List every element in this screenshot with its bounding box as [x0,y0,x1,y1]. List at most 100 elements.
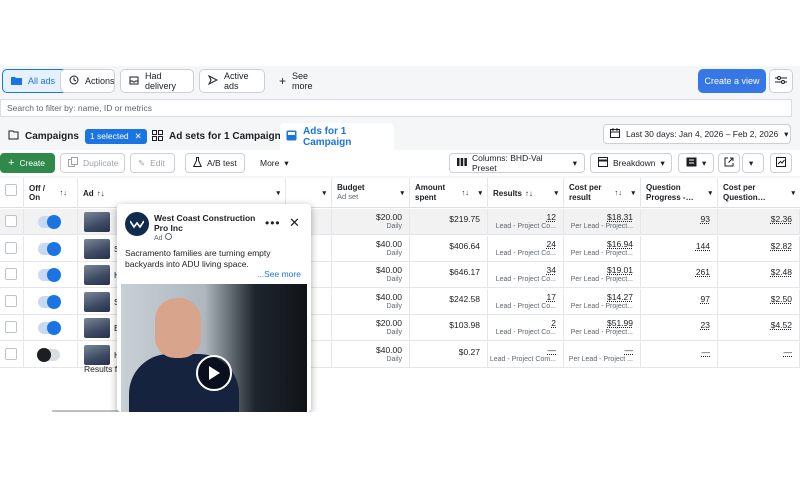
results-value[interactable]: 17 [547,292,556,302]
cost-per-result-value[interactable]: $19.01 [607,265,633,275]
create-button[interactable]: + Create [0,153,55,173]
chevron-down-icon[interactable]: ▾ [791,189,795,197]
had-delivery-button[interactable]: Had delivery [120,69,194,93]
chevron-down-icon[interactable]: ▾ [631,189,635,197]
cost-per-result-value[interactable]: $14.27 [607,292,633,302]
delivery-toggle[interactable] [38,241,61,256]
delivery-toggle[interactable] [37,347,60,362]
export-button[interactable] [718,153,740,173]
results-value[interactable]: 12 [547,212,556,222]
ad-thumbnail[interactable] [84,212,110,232]
sort-icon[interactable]: ↑↓ [525,189,533,198]
search-input[interactable]: Search to filter by: name, ID or metrics [0,99,792,117]
ad-thumbnail[interactable] [84,238,110,259]
ad-thumbnail[interactable] [84,318,110,338]
cost-per-question-value[interactable]: $2.36 [771,214,792,224]
sort-icon[interactable]: ↑↓ [60,188,68,197]
selected-chip[interactable]: 1 selected ✕ [84,129,147,144]
reports-button[interactable]: ▾ [678,153,714,173]
row-checkbox[interactable] [5,241,17,254]
cost-per-result-type: Per Lead - Project... [570,223,633,230]
cost-per-result-value[interactable]: $51.99 [607,318,633,328]
question-progress-value[interactable]: 144 [696,241,710,251]
close-icon[interactable]: ✕ [135,131,142,142]
delivery-toggle[interactable] [38,268,61,282]
more-options-icon[interactable]: ••• [265,216,281,230]
tab-campaigns[interactable]: Campaigns 1 selected ✕ [2,123,153,150]
cost-per-question-value[interactable]: $2.48 [771,267,792,277]
question-progress-value[interactable]: 23 [701,320,710,330]
cost-per-result-value[interactable]: $16.94 [607,239,633,249]
header-cost-per-result[interactable]: Cost per result ↑↓ ▾ [564,178,641,208]
see-more-button[interactable]: + See more [270,69,334,93]
question-progress-value[interactable]: — [702,347,711,357]
delivery-toggle[interactable] [38,321,61,335]
cost-per-question-value[interactable]: $4.52 [771,320,792,330]
delivery-toggle[interactable] [38,294,61,309]
header-select-all[interactable] [0,178,24,208]
chevron-down-icon[interactable]: ▾ [708,189,712,197]
actions-button[interactable]: Actions [60,69,115,93]
row-checkbox[interactable] [5,294,17,307]
chevron-down-icon: ▾ [702,157,707,168]
delivery-toggle[interactable] [38,215,61,229]
select-all-checkbox[interactable] [5,184,17,196]
question-progress-value[interactable]: 97 [701,294,710,304]
export-menu-button[interactable]: ▾ [742,153,764,173]
header-cost-per-question[interactable]: Cost per Question… ▾ [718,178,800,208]
tab-ad-sets[interactable]: Ad sets for 1 Campaign [146,123,287,150]
ad-thumbnail[interactable] [84,291,110,312]
chevron-down-icon[interactable]: ▾ [554,189,558,197]
date-range-picker[interactable]: Last 30 days: Jan 4, 2026 – Feb 2, 2026 … [603,124,791,144]
ad-thumbnail[interactable] [84,344,110,365]
header-question-progress[interactable]: Question Progress -… ▾ [641,178,718,208]
row-checkbox[interactable] [5,321,17,333]
breakdown-button[interactable]: Breakdown ▾ [590,153,672,173]
close-icon[interactable]: ✕ [289,215,300,231]
results-value[interactable]: — [548,345,557,355]
create-view-button[interactable]: Create a view [698,69,766,93]
question-progress-value[interactable]: 93 [701,214,710,224]
sort-icon[interactable]: ↑↓ [462,188,470,197]
cost-per-result-value[interactable]: $18.31 [607,212,633,222]
columns-button[interactable]: Columns: BHD-Val Preset ▾ [449,153,585,173]
question-progress-value[interactable]: 261 [696,267,710,277]
edit-button[interactable]: ✎ Edit [130,153,175,173]
row-checkbox[interactable] [5,215,17,227]
header-results[interactable]: Results ↑↓ ▾ [488,178,564,208]
customize-button[interactable] [769,69,793,93]
row-checkbox[interactable] [5,347,17,360]
active-ads-button[interactable]: Active ads [199,69,265,93]
page-name[interactable]: West Coast Construction Pro Inc [154,213,264,233]
results-value[interactable]: 2 [551,318,556,328]
play-icon[interactable] [196,355,232,391]
ab-test-button[interactable]: A/B test [185,153,245,173]
cost-per-question-value[interactable]: — [784,347,793,357]
chevron-down-icon[interactable]: ▾ [400,189,404,197]
tab-ads[interactable]: Ads for 1 Campaign [280,123,394,150]
header-amount-spent[interactable]: Amount spent ↑↓ ▾ [410,178,488,208]
cost-per-question-value[interactable]: $2.82 [771,241,792,251]
chevron-down-icon[interactable]: ▾ [276,189,280,197]
sort-icon[interactable]: ↑↓ [615,188,623,197]
ad-video-thumbnail[interactable] [121,284,307,412]
more-button[interactable]: More ▾ [252,153,300,173]
chevron-down-icon[interactable]: ▾ [322,189,326,197]
header-off-on[interactable]: Off / On ↑↓ [24,178,78,208]
duplicate-button[interactable]: Duplicate [60,153,125,173]
cost-per-question-value[interactable]: $2.50 [771,294,792,304]
table-cell: $19.01 Per Lead - Project... [564,262,641,288]
row-checkbox[interactable] [5,268,17,280]
header-budget[interactable]: Budget Ad set ▾ [332,178,410,208]
inbox-icon [129,76,139,87]
table-cell [24,341,78,368]
results-value[interactable]: 24 [547,239,556,249]
chart-button[interactable] [770,153,792,173]
all-ads-button[interactable]: All ads [2,69,68,93]
results-value[interactable]: 34 [547,265,556,275]
ad-thumbnail[interactable] [84,265,110,285]
sort-icon[interactable]: ↑↓ [97,189,105,198]
see-more-link[interactable]: ...See more [257,269,301,279]
chevron-down-icon[interactable]: ▾ [478,189,482,197]
cost-per-result-value[interactable]: — [625,345,634,355]
